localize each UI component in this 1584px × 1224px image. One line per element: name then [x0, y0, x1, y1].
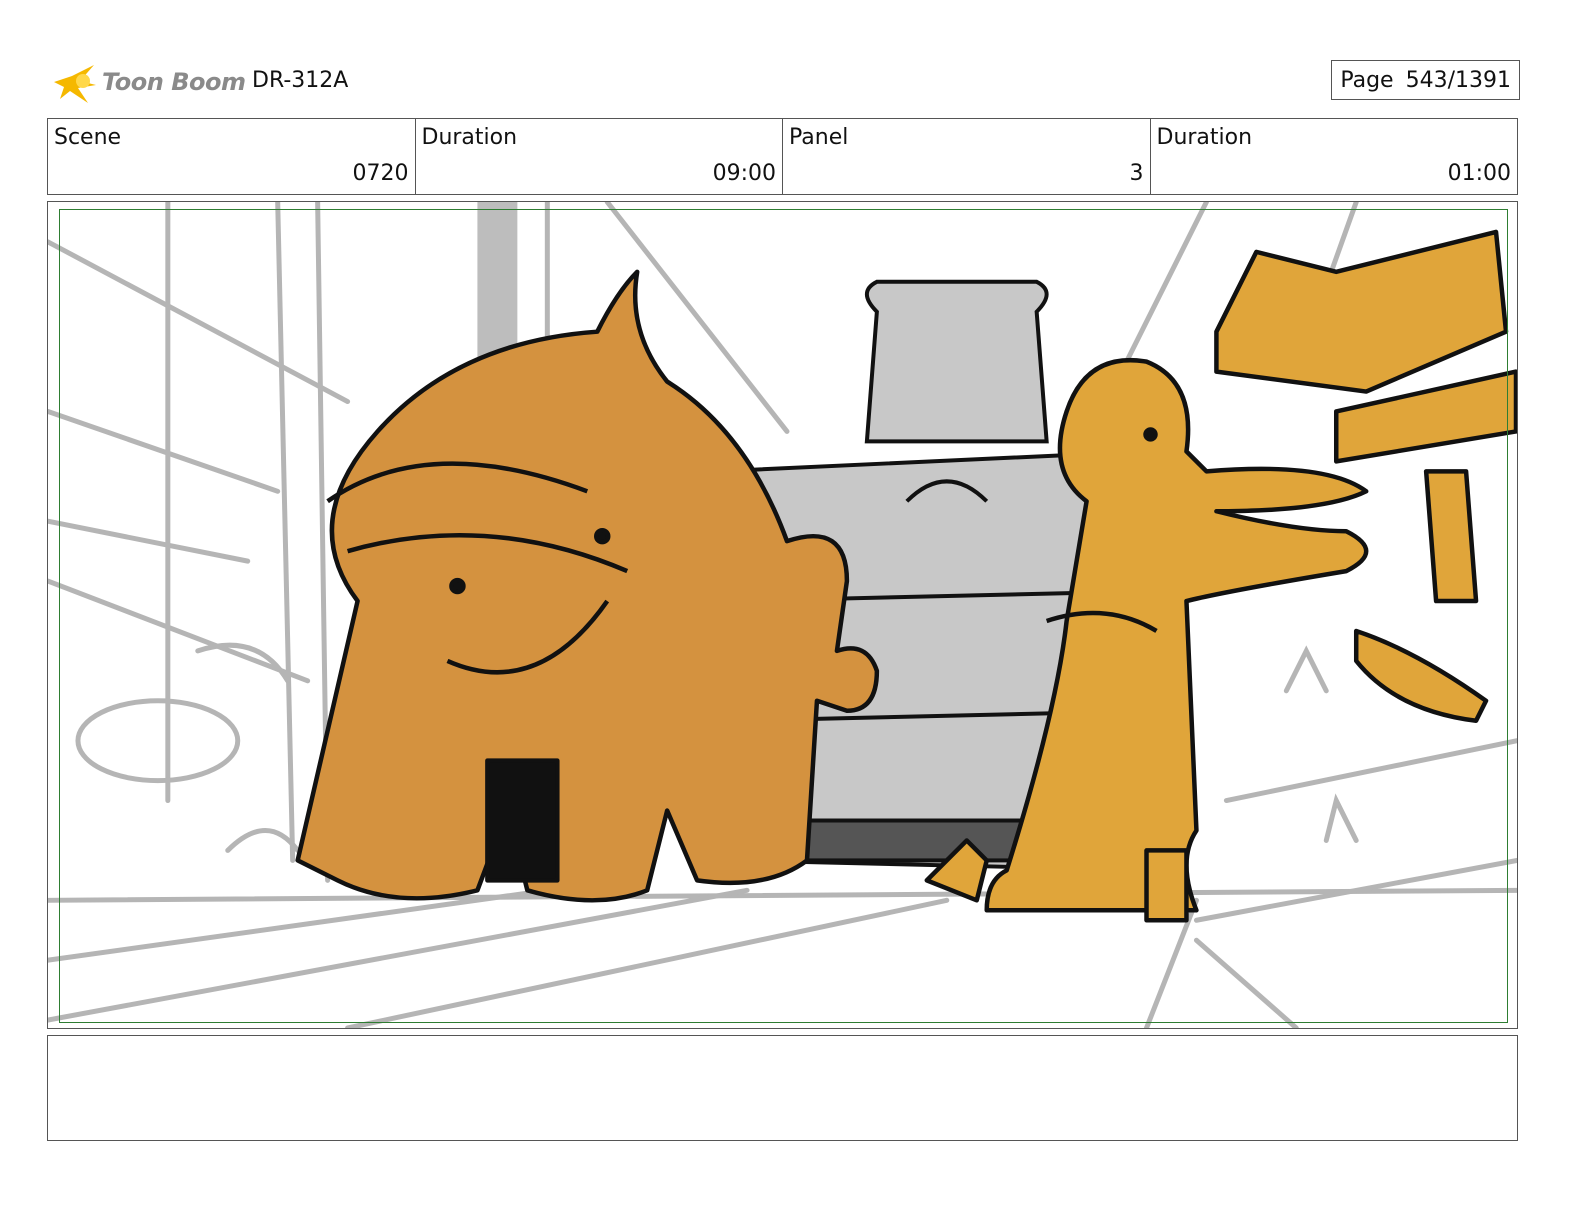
storyboard-panel-image	[47, 201, 1518, 1029]
logo-text: Toon Boom	[102, 68, 246, 96]
page-indicator: Page 543/1391	[1331, 60, 1520, 100]
scene-duration-value: 09:00	[712, 161, 776, 186]
panel-duration-label: Duration	[1156, 125, 1253, 150]
panel-cell: Panel 3	[783, 119, 1151, 194]
panel-value: 3	[1129, 161, 1144, 186]
panel-info-row: Scene 0720 Duration 09:00 Panel 3 Durati…	[47, 118, 1518, 195]
scene-cell: Scene 0720	[48, 119, 416, 194]
star-burst-icon	[54, 65, 96, 103]
page-header: Toon Boom DR-312A Page 543/1391	[50, 52, 1520, 108]
page-value: 543/1391	[1405, 67, 1511, 93]
scene-label: Scene	[54, 125, 122, 150]
scene-duration-cell: Duration 09:00	[416, 119, 783, 194]
page-label: Page	[1340, 67, 1394, 93]
panel-label: Panel	[789, 125, 849, 150]
scene-value: 0720	[352, 161, 409, 186]
panel-notes-box	[47, 1035, 1518, 1141]
panel-duration-cell: Duration 01:00	[1151, 119, 1518, 194]
panel-sketch	[48, 202, 1517, 1028]
creature-sketch	[295, 269, 880, 903]
document-id: DR-312A	[252, 68, 349, 93]
scene-duration-label: Duration	[421, 125, 518, 150]
toon-boom-logo: Toon Boom	[50, 56, 250, 108]
panel-duration-value: 01:00	[1447, 161, 1511, 186]
